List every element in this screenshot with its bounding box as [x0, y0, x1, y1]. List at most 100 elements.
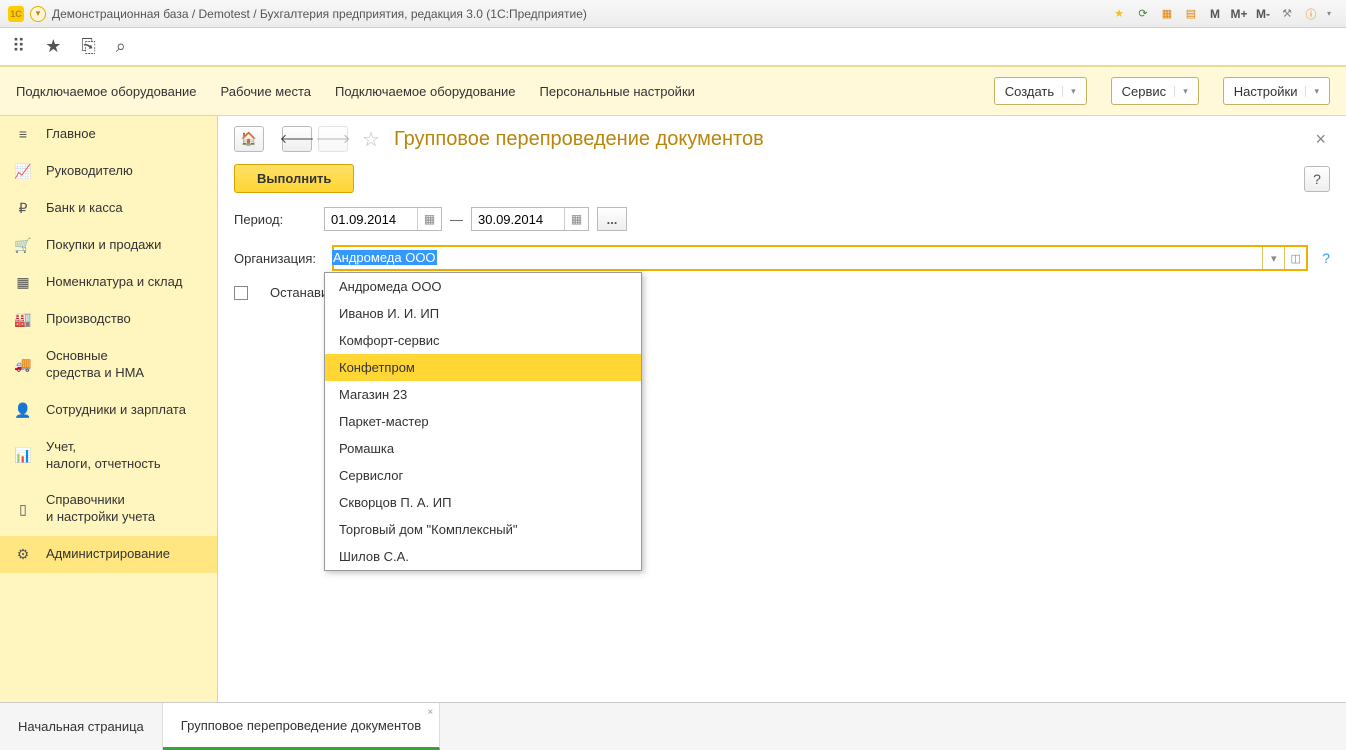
caret-icon[interactable]: ▾: [1062, 86, 1076, 97]
dropdown-item[interactable]: Андромеда ООО: [325, 273, 641, 300]
sidebar-item[interactable]: ≡Главное: [0, 116, 217, 153]
dropdown-item[interactable]: Магазин 23: [325, 381, 641, 408]
dropdown-item[interactable]: Торговый дом "Комплексный": [325, 516, 641, 543]
footer-tabs: Начальная страницаГрупповое перепроведен…: [0, 702, 1346, 750]
calc-icon[interactable]: ▦: [1158, 5, 1176, 23]
sidebar-item[interactable]: ⚙Администрирование: [0, 536, 217, 573]
sidebar-item-label: Главное: [46, 126, 96, 143]
sidebar-item[interactable]: 🚚Основныесредства и НМА: [0, 338, 217, 392]
sidebar-icon: 🛒: [14, 237, 32, 254]
caret-icon[interactable]: ▾: [1174, 86, 1188, 97]
search-icon[interactable]: ⌕: [116, 36, 126, 57]
apps-icon[interactable]: ⠿: [12, 36, 25, 57]
info-caret-icon[interactable]: ▾: [1320, 5, 1338, 23]
sidebar-item-label: Сотрудники и зарплата: [46, 402, 186, 419]
sidebar-item[interactable]: ▯ Справочникии настройки учета: [0, 482, 217, 536]
page-title: Групповое перепроведение документов: [394, 128, 764, 151]
sidebar-icon: 👤: [14, 402, 32, 419]
calendar-icon[interactable]: ▦: [417, 208, 441, 230]
sidebar-item-label: Учет,налоги, отчетность: [46, 439, 161, 473]
band-link[interactable]: Персональные настройки: [540, 84, 695, 99]
service-button[interactable]: Сервис ▾: [1111, 77, 1199, 105]
organization-selected-text: Андромеда ООО: [332, 250, 437, 265]
date-from-field[interactable]: ▦: [324, 207, 442, 231]
forward-button: 🡒: [318, 126, 348, 152]
sidebar: ≡Главное 📈 Руководителю ₽Банк и касса🛒Покуп…: [0, 116, 218, 702]
settings-button[interactable]: Настройки ▾: [1223, 77, 1330, 105]
star-icon[interactable]: ★: [45, 36, 61, 57]
titlebar: 1C Демонстрационная база / Demotest / Бу…: [0, 0, 1346, 28]
date-to-field[interactable]: ▦: [471, 207, 589, 231]
dropdown-item[interactable]: Ромашка: [325, 435, 641, 462]
sidebar-item-label: Руководителю: [46, 163, 133, 180]
band-link[interactable]: Подключаемое оборудование: [335, 84, 516, 99]
field-help-icon[interactable]: ?: [1322, 250, 1330, 266]
dropdown-item[interactable]: Паркет-мастер: [325, 408, 641, 435]
calendar-icon[interactable]: ▤: [1182, 5, 1200, 23]
dropdown-item[interactable]: Шилов С.А.: [325, 543, 641, 570]
band-link[interactable]: Рабочие места: [221, 84, 311, 99]
open-icon[interactable]: ◫: [1284, 247, 1306, 269]
sidebar-item[interactable]: ▦Номенклатура и склад: [0, 264, 217, 301]
date-to-input[interactable]: [472, 212, 564, 227]
create-button[interactable]: Создать▾: [994, 77, 1087, 105]
settings-button-label: Настройки: [1234, 84, 1298, 99]
sidebar-item[interactable]: 🏭Производство: [0, 301, 217, 338]
favorite-icon[interactable]: ★: [1110, 5, 1128, 23]
footer-tab-label: Групповое перепроведение документов: [181, 718, 421, 733]
organization-row: Организация: ▾ ◫ ? Андромеда ООО Андроме…: [234, 245, 1330, 271]
sidebar-item[interactable]: 📈 Руководителю: [0, 153, 217, 190]
dropdown-item[interactable]: Комфорт-сервис: [325, 327, 641, 354]
caret-icon[interactable]: ▾: [1305, 86, 1319, 97]
period-label: Период:: [234, 212, 316, 227]
sidebar-icon: ₽: [14, 200, 32, 217]
service-button-label: Сервис: [1122, 84, 1167, 99]
dropdown-caret-icon[interactable]: ▾: [1262, 247, 1284, 269]
organization-field[interactable]: ▾ ◫: [332, 245, 1308, 271]
home-button[interactable]: 🏠: [234, 126, 264, 152]
sidebar-icon: 📈: [14, 163, 32, 180]
tab-close-icon[interactable]: ×: [427, 707, 433, 718]
dropdown-item[interactable]: Иванов И. И. ИП: [325, 300, 641, 327]
footer-tab[interactable]: Начальная страница: [0, 703, 163, 750]
sidebar-item-label: Справочникии настройки учета: [46, 492, 155, 526]
sidebar-item-label: Производство: [46, 311, 131, 328]
info-icon[interactable]: ⓘ: [1302, 5, 1320, 23]
star-outline-icon[interactable]: ☆: [362, 127, 380, 152]
clipboard-icon[interactable]: ⎘: [81, 36, 95, 57]
sidebar-item[interactable]: 🛒Покупки и продажи: [0, 227, 217, 264]
stop-checkbox[interactable]: [234, 286, 248, 300]
band-link[interactable]: Подключаемое оборудование: [16, 84, 197, 99]
period-row: Период: ▦ — ▦ ...: [234, 207, 1330, 231]
dropdown-item[interactable]: Конфетпром: [325, 354, 641, 381]
tools-icon[interactable]: ⚒: [1278, 5, 1296, 23]
execute-button[interactable]: Выполнить: [234, 164, 354, 193]
header-row: 🏠 🡐 🡒 ☆ Групповое перепроведение докумен…: [234, 126, 1330, 152]
memory-mminus[interactable]: M-: [1254, 5, 1272, 23]
sidebar-item[interactable]: 📊Учет,налоги, отчетность: [0, 429, 217, 483]
organization-input[interactable]: [334, 247, 1262, 269]
period-picker-button[interactable]: ...: [597, 207, 627, 231]
sidebar-item[interactable]: ₽Банк и касса: [0, 190, 217, 227]
dropdown-item[interactable]: Скворцов П. А. ИП: [325, 489, 641, 516]
close-icon[interactable]: ×: [1311, 129, 1330, 150]
help-button[interactable]: ?: [1304, 166, 1330, 192]
dash: —: [450, 212, 463, 227]
window-title: Демонстрационная база / Demotest / Бухга…: [52, 7, 1104, 21]
memory-m[interactable]: M: [1206, 5, 1224, 23]
organization-label: Организация:: [234, 251, 324, 266]
main-toolbar: ⠿ ★ ⎘ ⌕: [0, 28, 1346, 66]
sidebar-item[interactable]: 👤 Сотрудники и зарплата: [0, 392, 217, 429]
refresh-icon[interactable]: ⟳: [1134, 5, 1152, 23]
date-from-input[interactable]: [325, 212, 417, 227]
footer-tab[interactable]: Групповое перепроведение документов ×: [163, 703, 440, 750]
sidebar-item-label: Основныесредства и НМА: [46, 348, 144, 382]
back-button[interactable]: 🡐: [282, 126, 312, 152]
calendar-icon[interactable]: ▦: [564, 208, 588, 230]
dropdown-icon[interactable]: [30, 6, 46, 22]
dropdown-item[interactable]: Сервислог: [325, 462, 641, 489]
memory-mplus[interactable]: M+: [1230, 5, 1248, 23]
sidebar-icon: ▯: [14, 501, 32, 518]
sidebar-item-label: Номенклатура и склад: [46, 274, 182, 291]
titlebar-right-icons: ★ ⟳ ▦ ▤ M M+ M- ⚒ ⓘ ▾: [1110, 5, 1338, 23]
